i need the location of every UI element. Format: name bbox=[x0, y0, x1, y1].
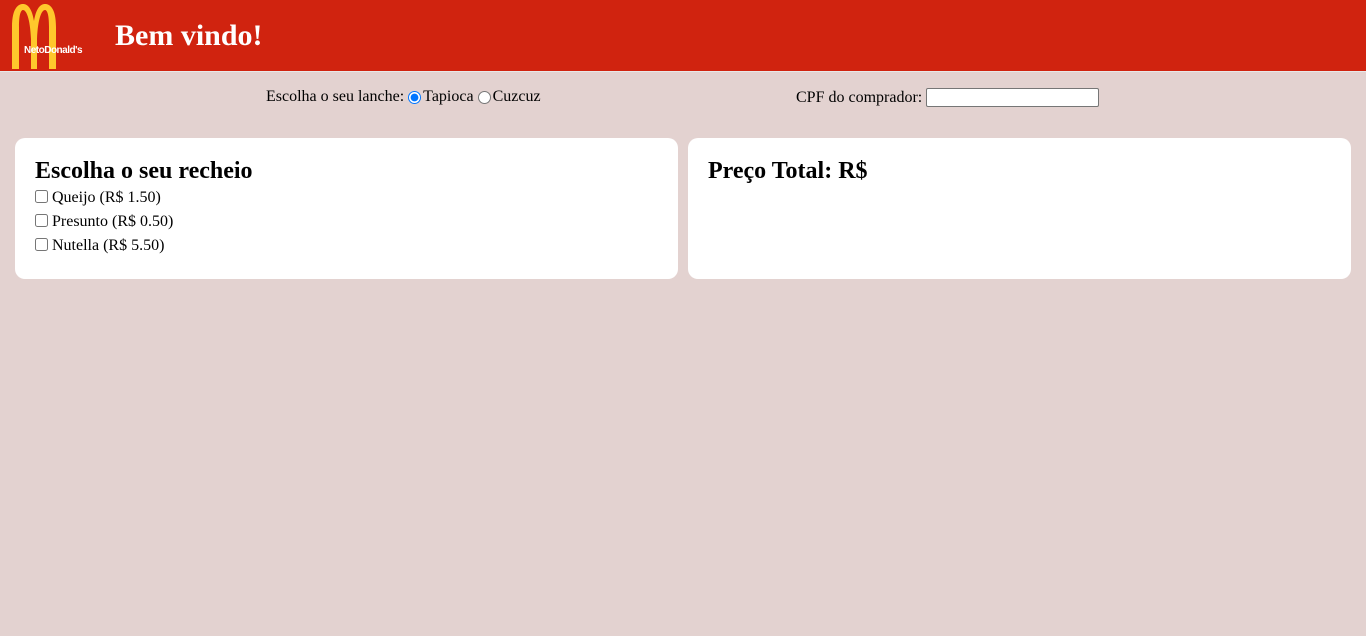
order-controls: Escolha o seu lanche: Tapioca Cuzcuz CPF… bbox=[0, 72, 1366, 138]
cpf-input[interactable] bbox=[926, 88, 1100, 107]
recheio-option-nutella[interactable]: Nutella (R$ 5.50) bbox=[35, 232, 658, 260]
queijo-label: Queijo (R$ 1.50) bbox=[52, 189, 161, 206]
welcome-title: Bem vindo! bbox=[115, 19, 263, 52]
cuzcuz-radio[interactable] bbox=[477, 90, 491, 104]
netodonalds-logo: NetoDonald's bbox=[8, 3, 96, 69]
recheio-options: Queijo (R$ 1.50) Presunto (R$ 0.50) Nute… bbox=[35, 184, 658, 260]
total-price: Preço Total: R$ bbox=[708, 158, 868, 184]
lanche-label: Escolha o seu lanche: bbox=[266, 88, 405, 105]
presunto-checkbox[interactable] bbox=[35, 213, 48, 227]
nutella-checkbox[interactable] bbox=[35, 237, 48, 251]
logo-text: NetoDonald's bbox=[24, 45, 83, 56]
total-card: Preço Total: R$ bbox=[688, 138, 1351, 279]
tapioca-label[interactable]: Tapioca bbox=[423, 88, 473, 106]
recheio-title: Escolha o seu recheio bbox=[35, 158, 253, 184]
cpf-field-group: CPF do comprador: bbox=[796, 88, 1100, 107]
presunto-label: Presunto (R$ 0.50) bbox=[52, 213, 174, 230]
tapioca-radio[interactable] bbox=[408, 90, 422, 104]
cpf-label: CPF do comprador: bbox=[796, 88, 923, 106]
header-bar: NetoDonald's Bem vindo! bbox=[0, 0, 1366, 72]
golden-arches-icon bbox=[12, 4, 56, 69]
queijo-checkbox[interactable] bbox=[35, 189, 48, 203]
lanche-selector: Escolha o seu lanche: Tapioca Cuzcuz bbox=[266, 88, 541, 106]
recheio-card: Escolha o seu recheio Queijo (R$ 1.50) P… bbox=[15, 138, 678, 279]
nutella-label: Nutella (R$ 5.50) bbox=[52, 237, 165, 254]
cuzcuz-label[interactable]: Cuzcuz bbox=[493, 88, 541, 106]
